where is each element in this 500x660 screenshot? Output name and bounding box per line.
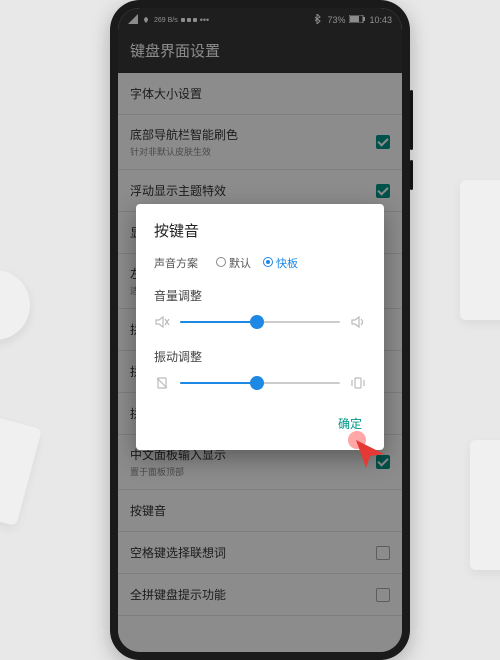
clock: 10:43 [369, 15, 392, 25]
volume-slider-thumb[interactable] [250, 315, 264, 329]
desk-prop [470, 440, 500, 570]
notification-icons [181, 18, 197, 22]
sound-scheme-row: 声音方案 默认 快板 [154, 255, 366, 271]
net-speed: 269 B/s [154, 17, 178, 24]
signal-icon [128, 14, 138, 26]
vibrate-label: 振动调整 [154, 348, 366, 365]
vibrate-slider[interactable] [180, 382, 340, 384]
bluetooth-icon [313, 14, 323, 26]
speaker-icon [350, 314, 366, 330]
checkbox[interactable] [376, 184, 390, 198]
vibrate-off-icon [154, 375, 170, 391]
phone-screen: 269 B/s ••• 73% 10:43 键盘界面设置 字体大小设置底部导航栏… [118, 8, 402, 652]
more-icon: ••• [200, 15, 209, 25]
battery-text: 73% [327, 15, 345, 25]
setting-label: 浮动显示主题特效 [130, 182, 376, 199]
vibrate-on-icon [350, 375, 366, 391]
power-button [410, 160, 413, 190]
checkbox[interactable] [376, 135, 390, 149]
setting-row[interactable]: 底部导航栏智能刷色针对非默认皮肤生效 [118, 115, 402, 170]
checkbox[interactable] [376, 546, 390, 560]
desk-prop [0, 270, 30, 340]
setting-sublabel: 置于面板顶部 [130, 465, 376, 478]
setting-label: 字体大小设置 [130, 85, 390, 102]
desk-prop [0, 414, 42, 526]
radio-option[interactable] [216, 257, 226, 267]
volume-slider[interactable] [180, 321, 340, 323]
setting-sublabel: 针对非默认皮肤生效 [130, 145, 376, 158]
setting-row[interactable]: 字体大小设置 [118, 73, 402, 115]
radio-option[interactable] [263, 257, 273, 267]
setting-label: 全拼键盘提示功能 [130, 586, 376, 603]
setting-label: 按键音 [130, 502, 390, 519]
setting-label: 底部导航栏智能刷色针对非默认皮肤生效 [130, 126, 376, 158]
vibrate-slider-thumb[interactable] [250, 376, 264, 390]
dialog-title: 按键音 [154, 220, 366, 241]
wifi-icon [141, 14, 151, 26]
volume-button [410, 90, 413, 150]
desk-prop [460, 180, 500, 320]
checkbox[interactable] [376, 588, 390, 602]
setting-label: 中文面板输入显示置于面板顶部 [130, 446, 376, 478]
status-bar: 269 B/s ••• 73% 10:43 [118, 8, 402, 30]
vibrate-slider-row [154, 375, 366, 391]
setting-row[interactable]: 按键音 [118, 490, 402, 532]
volume-label: 音量调整 [154, 287, 366, 304]
setting-label: 空格键选择联想词 [130, 544, 376, 561]
phone-frame: 269 B/s ••• 73% 10:43 键盘界面设置 字体大小设置底部导航栏… [110, 0, 410, 660]
mute-icon [154, 314, 170, 330]
radio-label: 快板 [276, 258, 298, 270]
setting-row[interactable]: 空格键选择联想词 [118, 532, 402, 574]
page-title: 键盘界面设置 [118, 30, 402, 73]
volume-slider-row [154, 314, 366, 330]
radio-label: 默认 [229, 258, 251, 270]
setting-row[interactable]: 全拼键盘提示功能 [118, 574, 402, 616]
sound-scheme-label: 声音方案 [154, 255, 198, 271]
battery-icon [349, 15, 365, 25]
keysound-dialog: 按键音 声音方案 默认 快板 音量调整 振动调整 [136, 204, 384, 450]
